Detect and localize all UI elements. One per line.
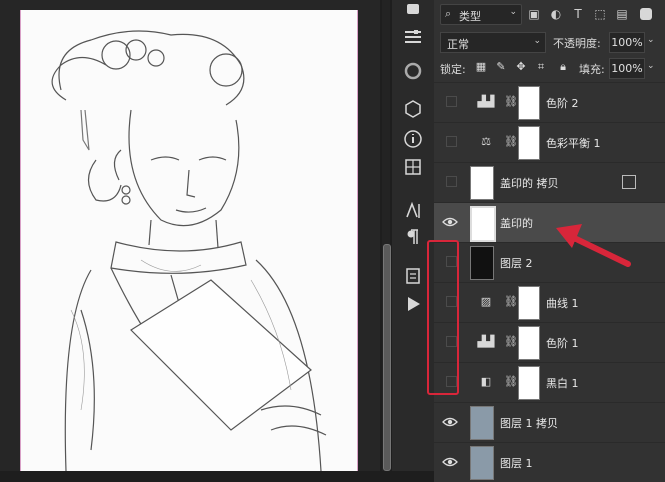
lock-all-icon[interactable]: 🔒︎ xyxy=(556,60,570,74)
history-icon[interactable] xyxy=(401,265,425,289)
eye-icon[interactable] xyxy=(442,415,458,429)
levels-icon: ▟▟ xyxy=(477,95,495,108)
lock-artboard-icon[interactable]: ⌗ xyxy=(534,60,548,74)
layer-row[interactable]: 盖印的 拷贝 xyxy=(434,162,665,202)
search-icon: ⌕ xyxy=(445,7,452,20)
link-icon[interactable]: ⛓︎ xyxy=(504,374,518,390)
visibility-toggle[interactable] xyxy=(446,96,457,107)
lock-row: 锁定: ▦ ✎ ✥ ⌗ 🔒︎ 填充: 100% ⌄ xyxy=(434,56,665,80)
properties-icon[interactable] xyxy=(401,26,425,50)
black-white-icon: ◧ xyxy=(480,375,492,388)
layer-name[interactable]: 图层 2 xyxy=(500,255,533,271)
pencil-sketch-portrait xyxy=(51,30,327,471)
lock-transparent-pixels-icon[interactable]: ▦ xyxy=(474,60,488,74)
character-icon[interactable] xyxy=(401,200,425,224)
3d-icon[interactable] xyxy=(401,98,425,122)
scrollbar-thumb[interactable] xyxy=(383,244,391,471)
layer-thumbnail[interactable] xyxy=(470,246,494,280)
red-arrow-annotation xyxy=(556,224,631,267)
layer-name[interactable]: 色阶 1 xyxy=(546,335,579,351)
layer-name[interactable]: 盖印的 拷贝 xyxy=(500,175,559,191)
opacity-label: 不透明度: xyxy=(553,37,601,50)
layer-row[interactable]: ▟▟ ⛓︎ 色阶 2 xyxy=(434,82,665,122)
layer-mask-thumbnail[interactable] xyxy=(518,126,540,160)
panel-icon-column xyxy=(392,0,434,471)
layer-name[interactable]: 色阶 2 xyxy=(546,95,579,111)
levels-icon: ▟▟ xyxy=(477,335,495,348)
layer-mask-thumbnail[interactable] xyxy=(518,286,540,320)
layer-mask-thumbnail[interactable] xyxy=(518,326,540,360)
layer-row[interactable]: 图层 1 拷贝 xyxy=(434,402,665,442)
link-icon[interactable]: ⛓︎ xyxy=(504,134,518,150)
lock-image-pixels-icon[interactable]: ✎ xyxy=(494,60,508,74)
layer-name[interactable]: 图层 1 拷贝 xyxy=(500,415,558,431)
layer-thumbnail[interactable] xyxy=(470,406,494,440)
layer-row[interactable]: ▟▟ ⛓︎ 色阶 1 xyxy=(434,322,665,362)
link-icon[interactable]: ⛓︎ xyxy=(504,94,518,110)
chevron-down-icon: ⌄ xyxy=(533,36,541,46)
layer-row[interactable]: ▨ ⛓︎ 曲线 1 xyxy=(434,282,665,322)
fill-input[interactable]: 100% xyxy=(609,58,645,79)
layer-thumbnail[interactable] xyxy=(470,446,494,480)
eye-icon[interactable] xyxy=(442,215,458,229)
lock-label: 锁定: xyxy=(440,63,466,76)
link-icon[interactable]: ⛓︎ xyxy=(504,294,518,310)
layer-thumbnail[interactable] xyxy=(470,166,494,200)
paragraph-icon[interactable] xyxy=(401,226,425,250)
chevron-down-icon[interactable]: ⌄ xyxy=(647,61,655,71)
smart-object-filter-icon[interactable]: ▤ xyxy=(614,6,630,22)
type-filter-icon[interactable]: T xyxy=(570,6,586,22)
document-canvas[interactable] xyxy=(20,10,358,471)
info-icon[interactable] xyxy=(401,128,425,152)
photoshop-window: ⌕ 类型 ⌄ ▣ ◐ T ⬚ ▤ 正常 ⌄ 不透明度: 100% ⌄ 锁定: ▦… xyxy=(0,0,665,482)
layer-name[interactable]: 曲线 1 xyxy=(546,295,579,311)
adjustment-filter-icon[interactable]: ◐ xyxy=(548,6,564,22)
image-filter-icon[interactable]: ▣ xyxy=(526,6,542,22)
layer-name[interactable]: 色彩平衡 1 xyxy=(546,135,601,151)
blend-row: 正常 ⌄ 不透明度: 100% ⌄ xyxy=(434,30,665,54)
link-icon[interactable]: ⛓︎ xyxy=(504,334,518,350)
layer-row[interactable]: 图层 1 xyxy=(434,442,665,482)
layer-filter-row: ⌕ 类型 ⌄ ▣ ◐ T ⬚ ▤ xyxy=(434,0,665,28)
visibility-toggle[interactable] xyxy=(446,136,457,147)
chevron-down-icon[interactable]: ⌄ xyxy=(647,35,655,45)
layer-filter-label: 类型 xyxy=(459,10,481,23)
layer-thumbnail[interactable] xyxy=(470,206,496,242)
adjustments-icon[interactable] xyxy=(401,0,425,24)
opacity-input[interactable]: 100% xyxy=(609,32,645,53)
layer-name[interactable]: 盖印的 xyxy=(500,215,533,231)
layer-row[interactable]: ⚖︎ ⛓︎ 色彩平衡 1 xyxy=(434,122,665,162)
canvas-vertical-scrollbar[interactable] xyxy=(382,0,391,471)
layer-name[interactable]: 黑白 1 xyxy=(546,375,579,391)
highlight-box-annotation xyxy=(427,240,459,395)
layer-name[interactable]: 图层 1 xyxy=(500,455,533,471)
blend-mode-select[interactable]: 正常 ⌄ xyxy=(440,32,546,53)
actions-play-icon[interactable] xyxy=(401,293,425,317)
fill-label: 填充: xyxy=(579,63,605,76)
lock-position-icon[interactable]: ✥ xyxy=(514,60,528,74)
canvas-area xyxy=(0,0,380,471)
libraries-icon[interactable] xyxy=(401,60,425,84)
eye-icon[interactable] xyxy=(442,455,458,469)
smart-object-icon xyxy=(622,175,636,189)
filter-toggle-icon[interactable] xyxy=(640,8,652,20)
layer-mask-thumbnail[interactable] xyxy=(518,86,540,120)
curves-icon: ▨ xyxy=(480,295,492,308)
layer-filter-select[interactable]: ⌕ 类型 ⌄ xyxy=(440,4,522,25)
layer-mask-thumbnail[interactable] xyxy=(518,366,540,400)
chevron-down-icon: ⌄ xyxy=(509,7,517,17)
color-balance-icon: ⚖︎ xyxy=(481,135,491,148)
histogram-icon[interactable] xyxy=(401,156,425,180)
layer-row[interactable]: ◧ ⛓︎ 黑白 1 xyxy=(434,362,665,402)
shape-filter-icon[interactable]: ⬚ xyxy=(592,6,608,22)
visibility-toggle[interactable] xyxy=(446,176,457,187)
blend-mode-value: 正常 xyxy=(447,38,469,51)
